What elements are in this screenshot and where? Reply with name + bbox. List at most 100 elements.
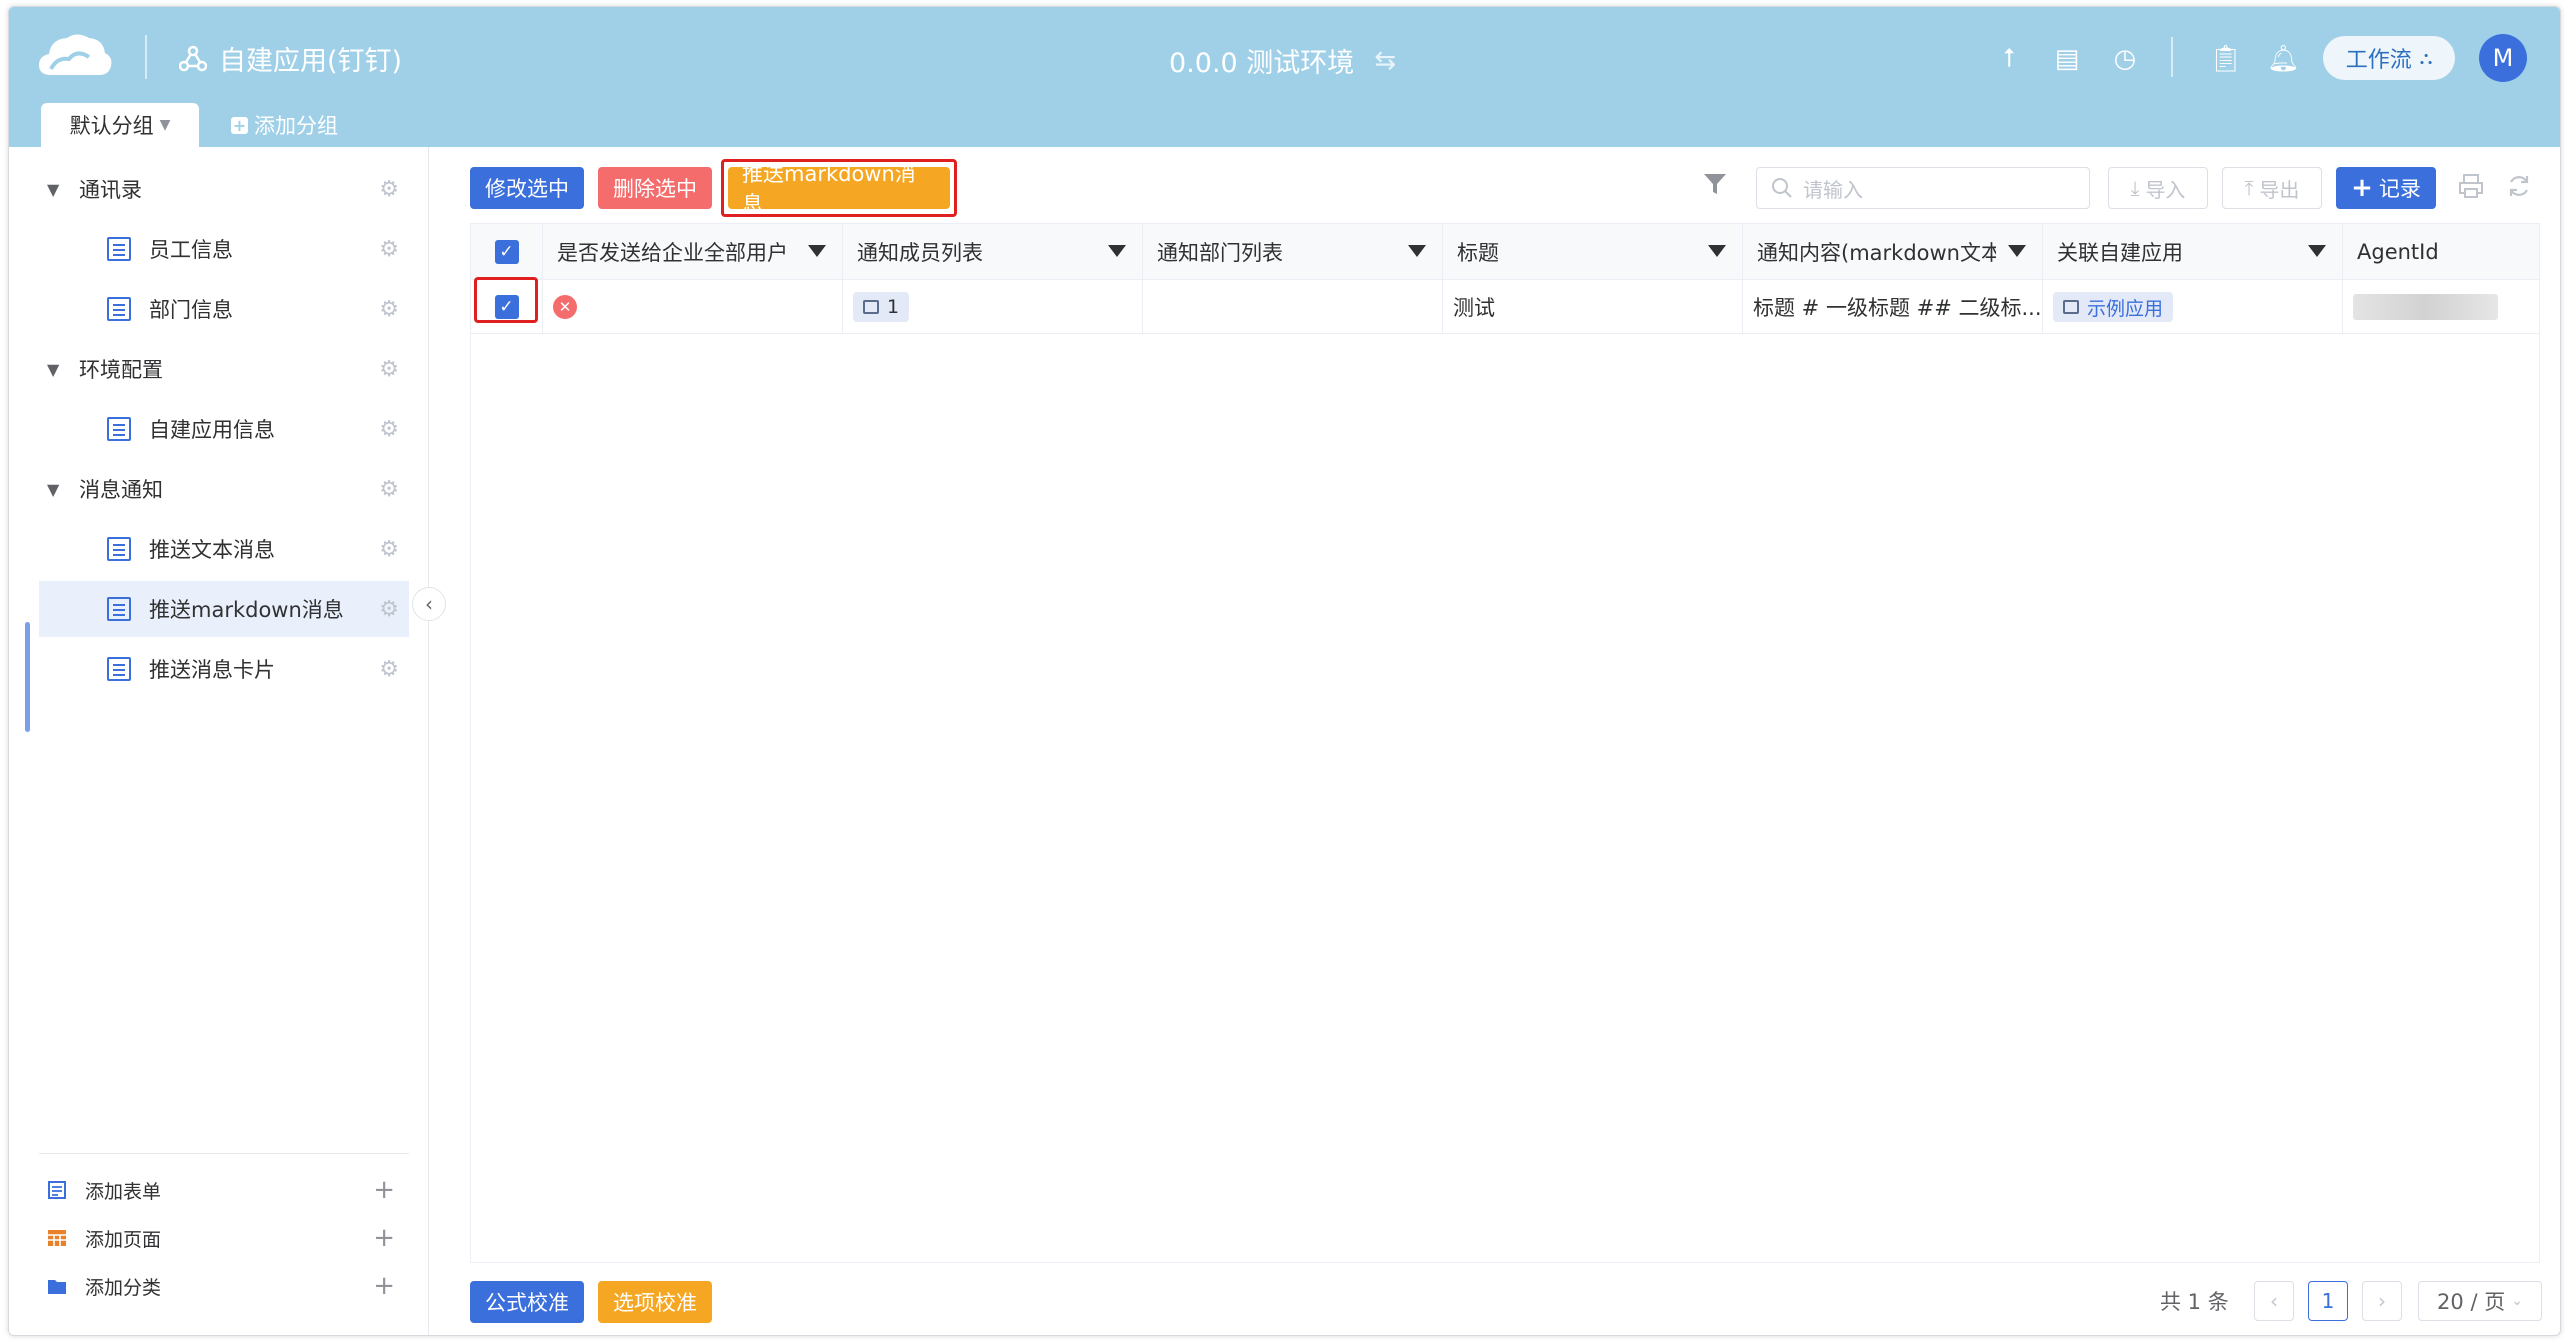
cell-departments[interactable]: [1143, 280, 1443, 334]
cell-agent-id[interactable]: [2343, 280, 2541, 334]
gear-icon[interactable]: ⚙: [379, 477, 399, 502]
link-card-icon: [2063, 300, 2079, 314]
add-record-button[interactable]: + 记录: [2336, 167, 2436, 209]
page-size-select[interactable]: 20 / 页 ⌄: [2418, 1281, 2542, 1321]
total-count: 共 1 条: [2160, 1290, 2229, 1314]
caret-down-icon[interactable]: [2308, 245, 2326, 257]
page-number-button[interactable]: 1: [2308, 1281, 2348, 1321]
plus-square-icon: +: [231, 115, 248, 135]
clipboard-icon[interactable]: 📋︎: [2209, 45, 2242, 73]
gear-icon[interactable]: ⚙: [379, 417, 399, 442]
column-header-label: 通知部门列表: [1157, 241, 1283, 265]
column-header[interactable]: 关联自建应用: [2043, 224, 2343, 280]
workflow-button[interactable]: 工作流 ⛬: [2323, 36, 2455, 80]
sidebar-item-employee-info[interactable]: 员工信息 ⚙: [39, 221, 409, 277]
column-header[interactable]: 通知部门列表: [1143, 224, 1443, 280]
caret-down-icon[interactable]: ▼: [47, 360, 61, 379]
plus-icon[interactable]: +: [373, 1175, 395, 1205]
cell-app[interactable]: 示例应用: [2043, 280, 2343, 334]
cell-send-all[interactable]: ✕: [543, 280, 843, 334]
sidebar-folder-contacts[interactable]: ▼ 通讯录 ⚙: [39, 161, 409, 217]
sidebar-item-push-text[interactable]: 推送文本消息 ⚙: [39, 521, 409, 577]
caret-down-icon[interactable]: ▼: [47, 480, 61, 499]
gear-icon[interactable]: ⚙: [379, 297, 399, 322]
caret-down-icon[interactable]: ▼: [47, 180, 61, 199]
linked-app-tag[interactable]: 示例应用: [2053, 292, 2174, 322]
caret-down-icon[interactable]: [2008, 245, 2026, 257]
filter-icon[interactable]: [1702, 171, 1728, 197]
search-box[interactable]: 请输入: [1756, 167, 2090, 209]
caret-down-icon[interactable]: [1408, 245, 1426, 257]
page-size-label: 20 / 页: [2437, 1290, 2506, 1314]
cell-content[interactable]: 标题 # 一级标题 ## 二级标...: [1743, 280, 2043, 334]
divider: [145, 35, 147, 79]
add-form-button[interactable]: 添加表单 +: [39, 1166, 409, 1214]
sidebar-item-push-card[interactable]: 推送消息卡片 ⚙: [39, 641, 409, 697]
export-button[interactable]: ⤒ 导出: [2222, 167, 2322, 209]
upload-icon: ⤒: [2244, 176, 2254, 200]
add-group-button[interactable]: + 添加分组: [231, 103, 338, 147]
cloud-logo-icon[interactable]: [37, 29, 113, 81]
member-count-tag[interactable]: 1: [853, 292, 910, 322]
plus-icon[interactable]: +: [373, 1223, 395, 1253]
print-icon[interactable]: [2458, 173, 2484, 199]
gear-icon[interactable]: ⚙: [379, 177, 399, 202]
publish-upload-icon[interactable]: ⭡: [1995, 45, 2023, 73]
column-header[interactable]: 是否发送给企业全部用户: [543, 224, 843, 280]
notification-bell-icon[interactable]: 🔔︎: [2267, 45, 2300, 73]
gear-icon[interactable]: ⚙: [379, 597, 399, 622]
add-page-button[interactable]: 添加页面 +: [39, 1214, 409, 1262]
column-header[interactable]: 通知内容(markdown文本): [1743, 224, 2043, 280]
search-icon: [1772, 178, 1792, 198]
import-button[interactable]: ⤓ 导入: [2108, 167, 2208, 209]
table-row[interactable]: ✓ ✕ 1 测试 标题 # 一级标题 ## 二级标... 示例应用: [471, 280, 2539, 334]
environment-title[interactable]: 0.0.0 测试环境 ⇆: [1169, 41, 1396, 80]
sidebar-item-push-markdown[interactable]: 推送markdown消息 ⚙: [39, 581, 409, 637]
user-avatar[interactable]: M: [2479, 34, 2527, 82]
document-log-icon[interactable]: ▤: [2053, 45, 2081, 73]
sidebar-item-department-info[interactable]: 部门信息 ⚙: [39, 281, 409, 337]
workflow-tree-icon: ⛬: [2419, 47, 2433, 69]
sidebar-folder-notifications[interactable]: ▼ 消息通知 ⚙: [39, 461, 409, 517]
column-header[interactable]: AgentId: [2343, 224, 2541, 280]
gear-icon[interactable]: ⚙: [379, 357, 399, 382]
gear-icon[interactable]: ⚙: [379, 657, 399, 682]
add-category-button[interactable]: 添加分类 +: [39, 1262, 409, 1310]
sidebar: ▼ 通讯录 ⚙ 员工信息 ⚙ 部门信息 ⚙ ▼ 环境配置 ⚙ 自建应用信息 ⚙ …: [9, 147, 429, 1335]
list-icon: [863, 300, 879, 314]
caret-down-icon[interactable]: [1708, 245, 1726, 257]
sidebar-folder-env-config[interactable]: ▼ 环境配置 ⚙: [39, 341, 409, 397]
gear-icon[interactable]: ⚙: [379, 237, 399, 262]
formula-check-button[interactable]: 公式校准: [470, 1281, 584, 1323]
app-title-text: 自建应用(钉钉): [219, 46, 403, 77]
form-icon: [107, 657, 131, 681]
sidebar-item-label: 自建应用信息: [149, 418, 275, 442]
edit-selected-button[interactable]: 修改选中: [470, 167, 584, 209]
folder-icon: [48, 1280, 66, 1294]
select-all-checkbox[interactable]: ✓: [494, 240, 519, 264]
chevron-down-icon: ⌄: [2511, 1293, 2523, 1309]
plus-icon[interactable]: +: [373, 1271, 395, 1301]
gear-icon[interactable]: ⚙: [379, 537, 399, 562]
caret-down-icon[interactable]: [808, 245, 826, 257]
option-check-button[interactable]: 选项校准: [598, 1281, 712, 1323]
data-table: ✓ 是否发送给企业全部用户 通知成员列表 通知部门列表 标题 通知内容(mark…: [470, 223, 2540, 1263]
column-header-label: 通知成员列表: [857, 241, 983, 265]
next-page-button[interactable]: ›: [2362, 1281, 2402, 1321]
cell-members[interactable]: 1: [843, 280, 1143, 334]
scroll-indicator[interactable]: [25, 622, 30, 732]
cell-title[interactable]: 测试: [1443, 280, 1743, 334]
caret-down-icon[interactable]: [1108, 245, 1126, 257]
switch-environment-icon[interactable]: ⇆: [1374, 46, 1396, 76]
group-tab-default[interactable]: 默认分组 ▼: [41, 103, 199, 147]
form-icon: [107, 297, 131, 321]
refresh-icon[interactable]: [2506, 173, 2532, 199]
history-clock-icon[interactable]: ◷: [2111, 45, 2139, 73]
column-header[interactable]: 标题: [1443, 224, 1743, 280]
prev-page-button[interactable]: ‹: [2254, 1281, 2294, 1321]
delete-selected-button[interactable]: 删除选中: [598, 167, 712, 209]
column-header[interactable]: 通知成员列表: [843, 224, 1143, 280]
form-icon: [107, 237, 131, 261]
divider: [2171, 37, 2173, 77]
sidebar-item-app-info[interactable]: 自建应用信息 ⚙: [39, 401, 409, 457]
